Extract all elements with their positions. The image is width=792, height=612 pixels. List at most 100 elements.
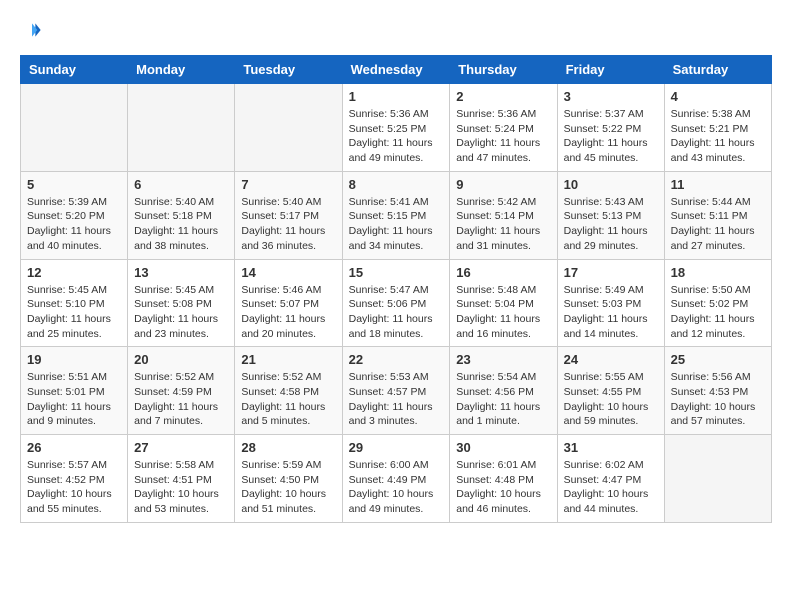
day-info: Sunrise: 5:38 AMSunset: 5:21 PMDaylight:… — [671, 107, 765, 166]
day-number: 31 — [564, 440, 658, 455]
day-info: Sunrise: 6:01 AMSunset: 4:48 PMDaylight:… — [456, 458, 550, 517]
day-info: Sunrise: 5:37 AMSunset: 5:22 PMDaylight:… — [564, 107, 658, 166]
calendar-cell: 5 Sunrise: 5:39 AMSunset: 5:20 PMDaylight… — [21, 171, 128, 259]
day-number: 15 — [349, 265, 444, 280]
day-number: 27 — [134, 440, 228, 455]
day-number: 26 — [27, 440, 121, 455]
weekday-header: Tuesday — [235, 56, 342, 84]
day-info: Sunrise: 6:02 AMSunset: 4:47 PMDaylight:… — [564, 458, 658, 517]
calendar-cell — [664, 435, 771, 523]
day-number: 28 — [241, 440, 335, 455]
calendar-cell: 10 Sunrise: 5:43 AMSunset: 5:13 PMDayligh… — [557, 171, 664, 259]
day-number: 18 — [671, 265, 765, 280]
day-info: Sunrise: 5:55 AMSunset: 4:55 PMDaylight:… — [564, 370, 658, 429]
day-number: 11 — [671, 177, 765, 192]
calendar-cell: 18 Sunrise: 5:50 AMSunset: 5:02 PMDayligh… — [664, 259, 771, 347]
calendar-week-row: 1 Sunrise: 5:36 AMSunset: 5:25 PMDaylight… — [21, 84, 772, 172]
day-info: Sunrise: 5:43 AMSunset: 5:13 PMDaylight:… — [564, 195, 658, 254]
calendar-cell: 30 Sunrise: 6:01 AMSunset: 4:48 PMDayligh… — [450, 435, 557, 523]
calendar-cell: 8 Sunrise: 5:41 AMSunset: 5:15 PMDaylight… — [342, 171, 450, 259]
day-info: Sunrise: 5:49 AMSunset: 5:03 PMDaylight:… — [564, 283, 658, 342]
calendar-cell: 14 Sunrise: 5:46 AMSunset: 5:07 PMDayligh… — [235, 259, 342, 347]
day-info: Sunrise: 5:44 AMSunset: 5:11 PMDaylight:… — [671, 195, 765, 254]
calendar-cell: 13Sunrise: 5:45 AMSunset: 5:08 PMDayligh… — [128, 259, 235, 347]
weekday-header: Sunday — [21, 56, 128, 84]
calendar-cell: 20 Sunrise: 5:52 AMSunset: 4:59 PMDayligh… — [128, 347, 235, 435]
calendar-cell — [21, 84, 128, 172]
day-info: Sunrise: 5:40 AMSunset: 5:17 PMDaylight:… — [241, 195, 335, 254]
calendar-week-row: 12 Sunrise: 5:45 AMSunset: 5:10 PMDayligh… — [21, 259, 772, 347]
day-number: 10 — [564, 177, 658, 192]
weekday-header: Thursday — [450, 56, 557, 84]
calendar-week-row: 26 Sunrise: 5:57 AMSunset: 4:52 PMDayligh… — [21, 435, 772, 523]
day-number: 7 — [241, 177, 335, 192]
day-info: Sunrise: 5:59 AMSunset: 4:50 PMDaylight:… — [241, 458, 335, 517]
calendar-table: SundayMondayTuesdayWednesdayThursdayFrid… — [20, 55, 772, 523]
day-info: Sunrise: 5:42 AMSunset: 5:14 PMDaylight:… — [456, 195, 550, 254]
day-info: Sunrise: 5:47 AMSunset: 5:06 PMDaylight:… — [349, 283, 444, 342]
calendar-week-row: 19Sunrise: 5:51 AMSunset: 5:01 PMDayligh… — [21, 347, 772, 435]
calendar-cell: 11 Sunrise: 5:44 AMSunset: 5:11 PMDayligh… — [664, 171, 771, 259]
day-info: Sunrise: 5:52 AMSunset: 4:59 PMDaylight:… — [134, 370, 228, 429]
calendar-cell: 16 Sunrise: 5:48 AMSunset: 5:04 PMDayligh… — [450, 259, 557, 347]
day-number: 24 — [564, 352, 658, 367]
calendar-cell: 24 Sunrise: 5:55 AMSunset: 4:55 PMDayligh… — [557, 347, 664, 435]
day-number: 8 — [349, 177, 444, 192]
day-number: 17 — [564, 265, 658, 280]
day-number: 16 — [456, 265, 550, 280]
day-number: 30 — [456, 440, 550, 455]
calendar-cell — [128, 84, 235, 172]
calendar-cell: 31 Sunrise: 6:02 AMSunset: 4:47 PMDayligh… — [557, 435, 664, 523]
day-info: Sunrise: 5:51 AMSunset: 5:01 PMDaylight:… — [27, 370, 121, 429]
calendar-cell: 19Sunrise: 5:51 AMSunset: 5:01 PMDayligh… — [21, 347, 128, 435]
day-info: Sunrise: 5:53 AMSunset: 4:57 PMDaylight:… — [349, 370, 444, 429]
calendar-cell: 22 Sunrise: 5:53 AMSunset: 4:57 PMDayligh… — [342, 347, 450, 435]
calendar-cell: 12 Sunrise: 5:45 AMSunset: 5:10 PMDayligh… — [21, 259, 128, 347]
day-number: 25 — [671, 352, 765, 367]
calendar-cell: 4Sunrise: 5:38 AMSunset: 5:21 PMDaylight… — [664, 84, 771, 172]
day-info: Sunrise: 5:41 AMSunset: 5:15 PMDaylight:… — [349, 195, 444, 254]
day-info: Sunrise: 5:46 AMSunset: 5:07 PMDaylight:… — [241, 283, 335, 342]
day-number: 22 — [349, 352, 444, 367]
calendar-cell: 29 Sunrise: 6:00 AMSunset: 4:49 PMDayligh… — [342, 435, 450, 523]
calendar-cell: 7 Sunrise: 5:40 AMSunset: 5:17 PMDaylight… — [235, 171, 342, 259]
calendar-cell: 15 Sunrise: 5:47 AMSunset: 5:06 PMDayligh… — [342, 259, 450, 347]
day-info: Sunrise: 5:52 AMSunset: 4:58 PMDaylight:… — [241, 370, 335, 429]
day-number: 21 — [241, 352, 335, 367]
day-number: 6 — [134, 177, 228, 192]
weekday-header: Monday — [128, 56, 235, 84]
day-info: Sunrise: 5:39 AMSunset: 5:20 PMDaylight:… — [27, 195, 121, 254]
calendar-cell: 21 Sunrise: 5:52 AMSunset: 4:58 PMDayligh… — [235, 347, 342, 435]
calendar-cell: 3 Sunrise: 5:37 AMSunset: 5:22 PMDaylight… — [557, 84, 664, 172]
calendar-week-row: 5 Sunrise: 5:39 AMSunset: 5:20 PMDaylight… — [21, 171, 772, 259]
calendar-cell: 27 Sunrise: 5:58 AMSunset: 4:51 PMDayligh… — [128, 435, 235, 523]
calendar-cell: 23Sunrise: 5:54 AMSunset: 4:56 PMDayligh… — [450, 347, 557, 435]
day-number: 29 — [349, 440, 444, 455]
weekday-header: Saturday — [664, 56, 771, 84]
calendar-cell: 25 Sunrise: 5:56 AMSunset: 4:53 PMDayligh… — [664, 347, 771, 435]
day-number: 14 — [241, 265, 335, 280]
day-number: 1 — [349, 89, 444, 104]
calendar-cell: 2Sunrise: 5:36 AMSunset: 5:24 PMDaylight… — [450, 84, 557, 172]
day-info: Sunrise: 5:36 AMSunset: 5:24 PMDaylight:… — [456, 107, 550, 166]
day-info: Sunrise: 6:00 AMSunset: 4:49 PMDaylight:… — [349, 458, 444, 517]
day-number: 5 — [27, 177, 121, 192]
day-number: 3 — [564, 89, 658, 104]
calendar-cell: 28 Sunrise: 5:59 AMSunset: 4:50 PMDayligh… — [235, 435, 342, 523]
logo — [20, 20, 42, 45]
day-info: Sunrise: 5:56 AMSunset: 4:53 PMDaylight:… — [671, 370, 765, 429]
day-number: 20 — [134, 352, 228, 367]
logo-icon — [22, 20, 42, 40]
day-number: 13 — [134, 265, 228, 280]
day-info: Sunrise: 5:48 AMSunset: 5:04 PMDaylight:… — [456, 283, 550, 342]
day-info: Sunrise: 5:57 AMSunset: 4:52 PMDaylight:… — [27, 458, 121, 517]
calendar-cell: 1 Sunrise: 5:36 AMSunset: 5:25 PMDaylight… — [342, 84, 450, 172]
day-info: Sunrise: 5:45 AMSunset: 5:10 PMDaylight:… — [27, 283, 121, 342]
calendar-cell: 9Sunrise: 5:42 AMSunset: 5:14 PMDaylight… — [450, 171, 557, 259]
day-info: Sunrise: 5:36 AMSunset: 5:25 PMDaylight:… — [349, 107, 444, 166]
weekday-header: Friday — [557, 56, 664, 84]
day-info: Sunrise: 5:50 AMSunset: 5:02 PMDaylight:… — [671, 283, 765, 342]
day-number: 12 — [27, 265, 121, 280]
calendar-header-row: SundayMondayTuesdayWednesdayThursdayFrid… — [21, 56, 772, 84]
day-info: Sunrise: 5:58 AMSunset: 4:51 PMDaylight:… — [134, 458, 228, 517]
